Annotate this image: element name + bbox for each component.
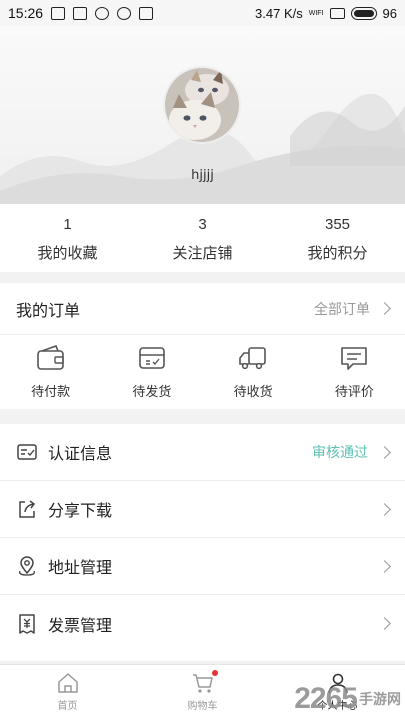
orders-card: 我的订单 全部订单 待付款 待发货 待收货 待评价 (0, 283, 405, 409)
menu-item-invoice[interactable]: 发票管理 (0, 595, 405, 652)
stat-label: 我的积分 (307, 244, 368, 262)
order-pending-receipt[interactable]: 待收货 (203, 335, 304, 409)
truck-icon (239, 347, 266, 370)
menu-label: 认证信息 (48, 444, 113, 463)
orders-header: 我的订单 全部订单 (0, 283, 405, 335)
stat-points[interactable]: 355 我的积分 (270, 204, 405, 272)
verification-status: 审核通过 (312, 445, 368, 461)
bottom-tab-bar: 首页 购物车 个人中心 (0, 664, 405, 720)
page: 15:26 3.47 K/s WIFI 96 hjjjj 1 我的收藏 3 关注… (0, 0, 405, 720)
order-pending-review[interactable]: 待评价 (304, 335, 405, 409)
stat-label: 我的收藏 (37, 244, 98, 262)
battery-level: 96 (382, 5, 397, 21)
stats-row: 1 我的收藏 3 关注店铺 355 我的积分 (0, 204, 405, 272)
menu-label: 地址管理 (48, 558, 113, 577)
tab-label: 购物车 (187, 701, 218, 712)
menu-label: 分享下载 (48, 501, 113, 520)
menu-item-share[interactable]: 分享下载 (0, 481, 405, 538)
wallet-icon (36, 345, 64, 370)
order-label: 待收货 (233, 385, 273, 400)
cart-icon (192, 674, 213, 693)
stat-followed-shops[interactable]: 3 关注店铺 (135, 204, 270, 272)
network-speed: 3.47 K/s (255, 5, 303, 21)
settings-menu: 认证信息 审核通过 分享下载 地址管理 发票管理 (0, 424, 405, 661)
image-icon (73, 6, 88, 20)
avatar[interactable] (165, 68, 239, 142)
tab-home[interactable]: 首页 (0, 665, 135, 720)
stat-value: 1 (63, 216, 72, 233)
stat-favorites[interactable]: 1 我的收藏 (0, 204, 135, 272)
chevron-right-icon (378, 559, 391, 573)
username: hjjjj (191, 168, 214, 183)
orders-title: 我的订单 (16, 300, 81, 320)
screen-icon (329, 7, 345, 19)
chevron-right-icon (378, 502, 391, 516)
all-orders-label: 全部订单 (314, 301, 370, 318)
order-pending-payment[interactable]: 待付款 (0, 335, 101, 409)
menu-label: 发票管理 (48, 615, 113, 635)
menu-item-certification[interactable]: 认证信息 审核通过 (0, 424, 405, 481)
order-pending-shipment[interactable]: 待发货 (101, 335, 202, 409)
chevron-right-icon (378, 302, 391, 315)
order-status-list: 待付款 待发货 待收货 待评价 (0, 335, 405, 409)
order-label: 待付款 (31, 385, 71, 400)
cart-badge-dot (211, 670, 218, 676)
location-icon (19, 556, 35, 576)
order-label: 待发货 (132, 385, 172, 400)
user-icon (327, 673, 348, 694)
cat-avatar-image (165, 68, 239, 142)
stat-value: 355 (324, 216, 351, 233)
home-icon (57, 673, 78, 693)
comment-icon (341, 347, 368, 370)
id-card-icon (17, 444, 37, 460)
status-right: 3.47 K/s WIFI 96 (255, 6, 397, 21)
stat-value: 3 (198, 216, 207, 233)
wifi-icon: WIFI (308, 9, 324, 17)
status-bar: 15:26 3.47 K/s WIFI 96 (0, 0, 405, 26)
status-time: 15:26 (8, 5, 44, 21)
profile-header: hjjjj (0, 26, 405, 204)
chevron-right-icon (378, 617, 391, 630)
tab-cart[interactable]: 购物车 (135, 665, 270, 720)
weibo-icon (117, 6, 132, 20)
box-icon (139, 347, 165, 369)
tab-label: 首页 (57, 701, 78, 712)
stat-label: 关注店铺 (172, 244, 233, 262)
chevron-right-icon (378, 445, 391, 459)
battery-icon (350, 6, 377, 20)
tab-profile[interactable]: 个人中心 (270, 665, 405, 720)
check-icon (95, 6, 110, 20)
tab-label: 个人中心 (317, 701, 358, 712)
all-orders-link[interactable]: 全部订单 (314, 299, 391, 319)
order-label: 待评价 (334, 385, 374, 400)
upload-icon (51, 6, 66, 20)
invoice-icon (19, 613, 35, 634)
share-icon (19, 500, 36, 518)
menu-item-address[interactable]: 地址管理 (0, 538, 405, 595)
news-icon (139, 6, 154, 20)
